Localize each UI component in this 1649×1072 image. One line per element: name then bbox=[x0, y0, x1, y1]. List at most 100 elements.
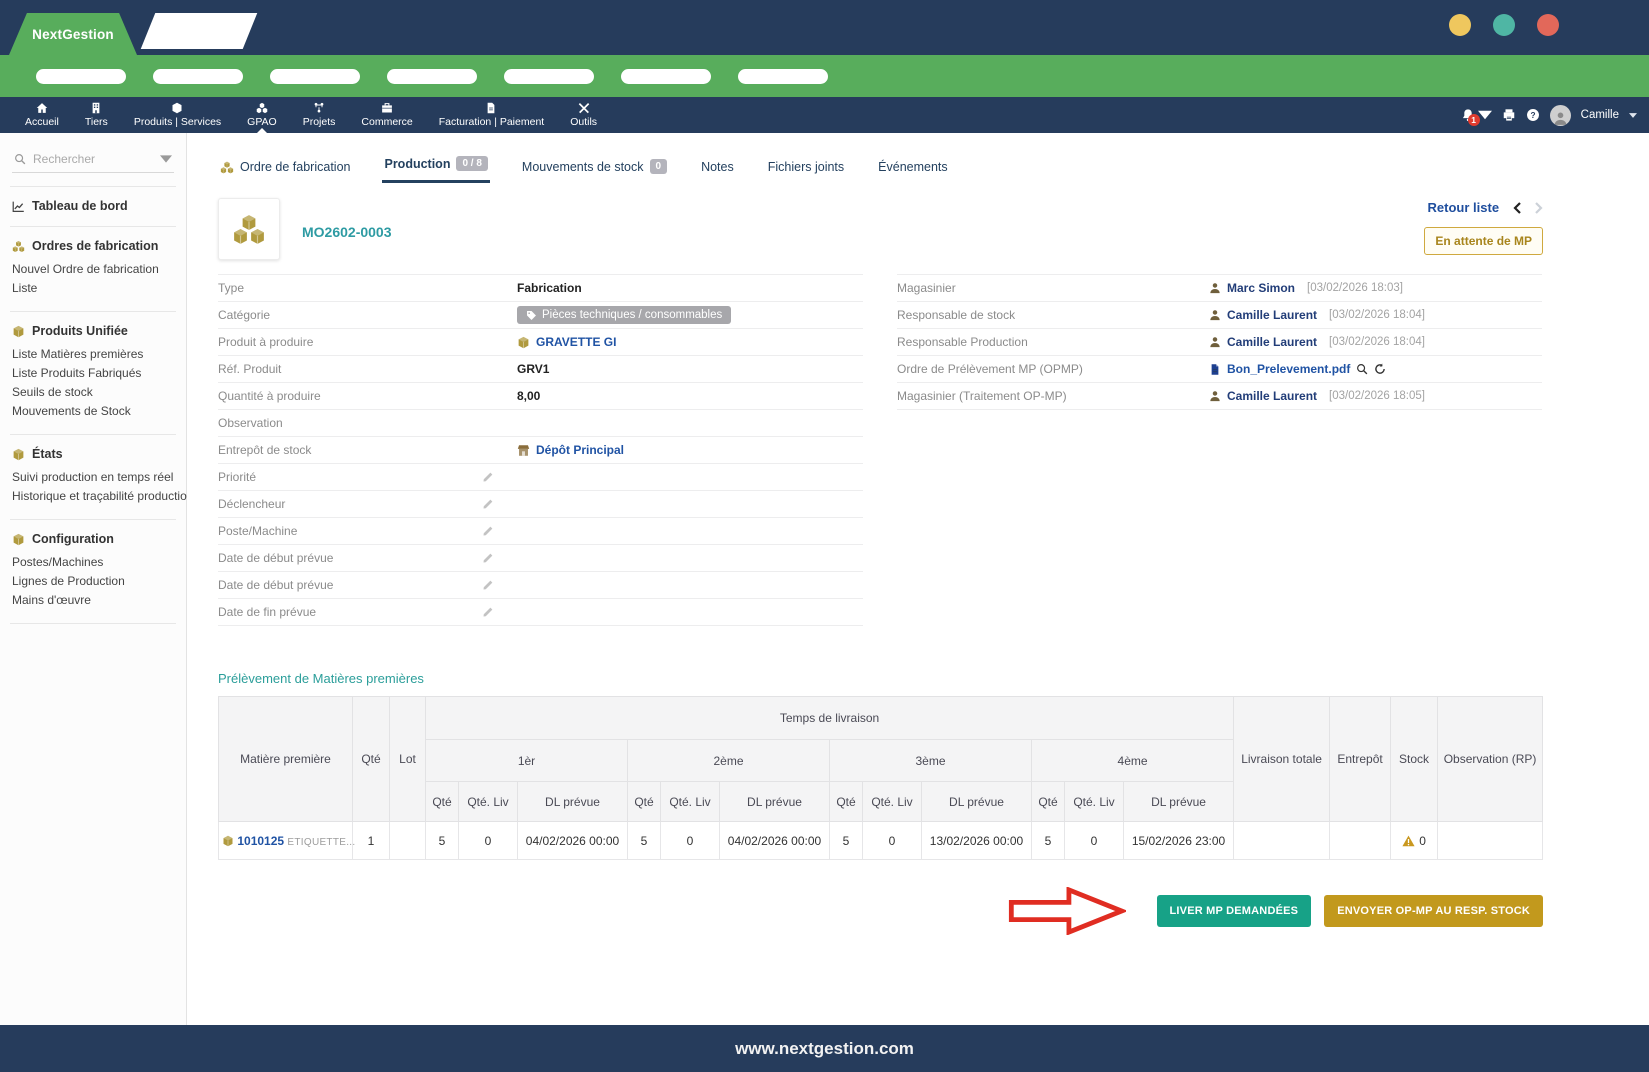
sidebar-item-lignes-production[interactable]: Lignes de Production bbox=[12, 572, 174, 591]
user-link[interactable]: Camille Laurent bbox=[1227, 389, 1317, 403]
edit-pencil-icon[interactable] bbox=[482, 606, 494, 618]
detail-row-categorie: Catégorie Pièces techniques / consommabl… bbox=[218, 302, 863, 329]
edit-pencil-icon[interactable] bbox=[482, 525, 494, 537]
tab-production[interactable]: Production 0 / 8 bbox=[382, 150, 489, 183]
nav-item-projets[interactable]: Projets bbox=[290, 97, 349, 133]
field-label: Priorité bbox=[218, 470, 500, 484]
timestamp: [03/02/2026 18:03] bbox=[1307, 282, 1403, 294]
logo-text: NextGestion bbox=[32, 27, 114, 42]
user-avatar[interactable] bbox=[1550, 105, 1571, 126]
notifications-button[interactable]: 1 bbox=[1461, 108, 1492, 122]
nav-item-tiers[interactable]: Tiers bbox=[72, 97, 121, 133]
cell-d1-liv: 0 bbox=[459, 822, 518, 860]
nav-item-outils[interactable]: Outils bbox=[557, 97, 610, 133]
sidebar-section-configuration[interactable]: Configuration bbox=[12, 532, 174, 546]
footer-url: www.nextgestion.com bbox=[735, 1039, 914, 1059]
edit-pencil-icon[interactable] bbox=[482, 552, 494, 564]
user-menu[interactable]: Camille bbox=[1581, 109, 1619, 121]
tab-ordre-de-fabrication[interactable]: Ordre de fabrication bbox=[218, 154, 352, 183]
cell-d3-dl: 13/02/2026 00:00 bbox=[922, 822, 1032, 860]
cell-d2-liv: 0 bbox=[661, 822, 720, 860]
envoyer-opmp-button[interactable]: ENVOYER OP-MP AU RESP. STOCK bbox=[1324, 895, 1543, 927]
user-link[interactable]: Camille Laurent bbox=[1227, 335, 1317, 349]
warning-icon bbox=[1402, 835, 1415, 847]
user-link[interactable]: Marc Simon bbox=[1227, 281, 1295, 295]
field-label: Produit à produire bbox=[218, 335, 500, 349]
tab-evenements[interactable]: Événements bbox=[876, 154, 949, 183]
person-icon bbox=[1209, 390, 1221, 402]
search-input[interactable] bbox=[33, 152, 151, 166]
subcol-qte-liv: Qté. Liv bbox=[863, 782, 922, 822]
edit-pencil-icon[interactable] bbox=[482, 471, 494, 483]
magnifier-icon[interactable] bbox=[1356, 363, 1368, 375]
tab-mouvements-de-stock[interactable]: Mouvements de stock 0 bbox=[520, 153, 669, 183]
sidebar-item-dashboard[interactable]: Tableau de bord bbox=[12, 199, 174, 213]
cube-icon bbox=[12, 533, 25, 546]
user-link[interactable]: Camille Laurent bbox=[1227, 308, 1317, 322]
sidebar-label: Tableau de bord bbox=[32, 199, 128, 213]
back-to-list-link[interactable]: Retour liste bbox=[1428, 200, 1500, 215]
subcol-qte-liv: Qté. Liv bbox=[459, 782, 518, 822]
pdf-link[interactable]: Bon_Prelevement.pdf bbox=[1227, 362, 1350, 376]
cell-d3-qte: 5 bbox=[830, 822, 863, 860]
logo[interactable]: NextGestion bbox=[9, 13, 137, 55]
sidebar-section-ordres-fabrication[interactable]: Ordres de fabrication bbox=[12, 239, 174, 253]
chevron-down-icon[interactable] bbox=[160, 153, 172, 165]
detail-row-ref: Réf. Produit GRV1 bbox=[218, 356, 863, 383]
sidebar-item-liste-matieres[interactable]: Liste Matières premières bbox=[12, 345, 174, 364]
sidebar-section-title: Ordres de fabrication bbox=[32, 239, 158, 253]
order-number: MO2602-0003 bbox=[302, 224, 392, 260]
tab-notes[interactable]: Notes bbox=[699, 154, 736, 183]
edit-pencil-icon[interactable] bbox=[482, 579, 494, 591]
window-dot-yellow[interactable] bbox=[1449, 14, 1471, 36]
sidebar-item-suivi-production[interactable]: Suivi production en temps réel bbox=[12, 468, 174, 487]
order-header: MO2602-0003 Retour liste En attente de M… bbox=[218, 198, 1543, 260]
material-code-link[interactable]: 1010125 bbox=[237, 834, 284, 848]
sidebar-item-historique-tracabilite[interactable]: Historique et traçabilité production bbox=[12, 487, 174, 506]
mp-section-title: Prélèvement de Matières premières bbox=[218, 671, 1543, 686]
sidebar-item-liste-produits-fabriques[interactable]: Liste Produits Fabriqués bbox=[12, 364, 174, 383]
tab-fichiers-joints[interactable]: Fichiers joints bbox=[766, 154, 846, 183]
cell-entrepot bbox=[1330, 822, 1391, 860]
printer-icon[interactable] bbox=[1502, 108, 1516, 122]
col-delivery-3: 3ème bbox=[830, 740, 1032, 782]
product-link[interactable]: GRAVETTE GI bbox=[536, 335, 616, 349]
sitemap-icon bbox=[313, 102, 325, 114]
edit-pencil-icon[interactable] bbox=[482, 498, 494, 510]
cubes-icon bbox=[12, 240, 25, 253]
chevron-down-icon bbox=[1478, 108, 1492, 122]
window-dot-teal[interactable] bbox=[1493, 14, 1515, 36]
warehouse-link[interactable]: Dépôt Principal bbox=[536, 443, 624, 457]
nav-item-accueil[interactable]: Accueil bbox=[12, 97, 72, 133]
window-dot-red[interactable] bbox=[1537, 14, 1559, 36]
liver-mp-button[interactable]: LIVER MP DEMANDÉES bbox=[1157, 895, 1312, 927]
sidebar-item-liste[interactable]: Liste bbox=[12, 279, 174, 298]
field-label: Responsable Production bbox=[897, 335, 1192, 349]
sidebar-item-mains-oeuvre[interactable]: Mains d'œuvre bbox=[12, 591, 174, 610]
sidebar-search bbox=[12, 149, 174, 173]
sidebar-item-nouvel-ordre[interactable]: Nouvel Ordre de fabrication bbox=[12, 260, 174, 279]
nav-item-produits-services[interactable]: Produits | Services bbox=[121, 97, 234, 133]
help-icon[interactable] bbox=[1526, 108, 1540, 122]
chevron-left-icon[interactable] bbox=[1513, 202, 1521, 214]
nav-label: Tiers bbox=[85, 116, 108, 128]
nav-label: GPAO bbox=[247, 116, 277, 128]
detail-row-resp-production: Responsable Production Camille Laurent [… bbox=[897, 329, 1542, 356]
sidebar-section-produits-unifiee[interactable]: Produits Unifiée bbox=[12, 324, 174, 338]
sidebar-item-seuils-stock[interactable]: Seuils de stock bbox=[12, 383, 174, 402]
timestamp: [03/02/2026 18:05] bbox=[1329, 390, 1425, 402]
nav-item-gpao[interactable]: GPAO bbox=[234, 97, 290, 133]
sidebar-item-mouvements-stock[interactable]: Mouvements de Stock bbox=[12, 402, 174, 421]
chevron-right-icon[interactable] bbox=[1535, 202, 1543, 214]
cube-icon bbox=[517, 336, 530, 349]
sidebar-item-postes-machines[interactable]: Postes/Machines bbox=[12, 553, 174, 572]
nav-item-facturation[interactable]: Facturation | Paiement bbox=[426, 97, 557, 133]
field-label: Catégorie bbox=[218, 308, 500, 322]
field-label: Entrepôt de stock bbox=[218, 443, 500, 457]
col-delivery-2: 2ème bbox=[628, 740, 830, 782]
nav-item-commerce[interactable]: Commerce bbox=[348, 97, 425, 133]
category-badge: Pièces techniques / consommables bbox=[517, 306, 731, 324]
cell-stock: 0 bbox=[1391, 822, 1438, 860]
refresh-icon[interactable] bbox=[1374, 363, 1386, 375]
sidebar-section-etats[interactable]: États bbox=[12, 447, 174, 461]
